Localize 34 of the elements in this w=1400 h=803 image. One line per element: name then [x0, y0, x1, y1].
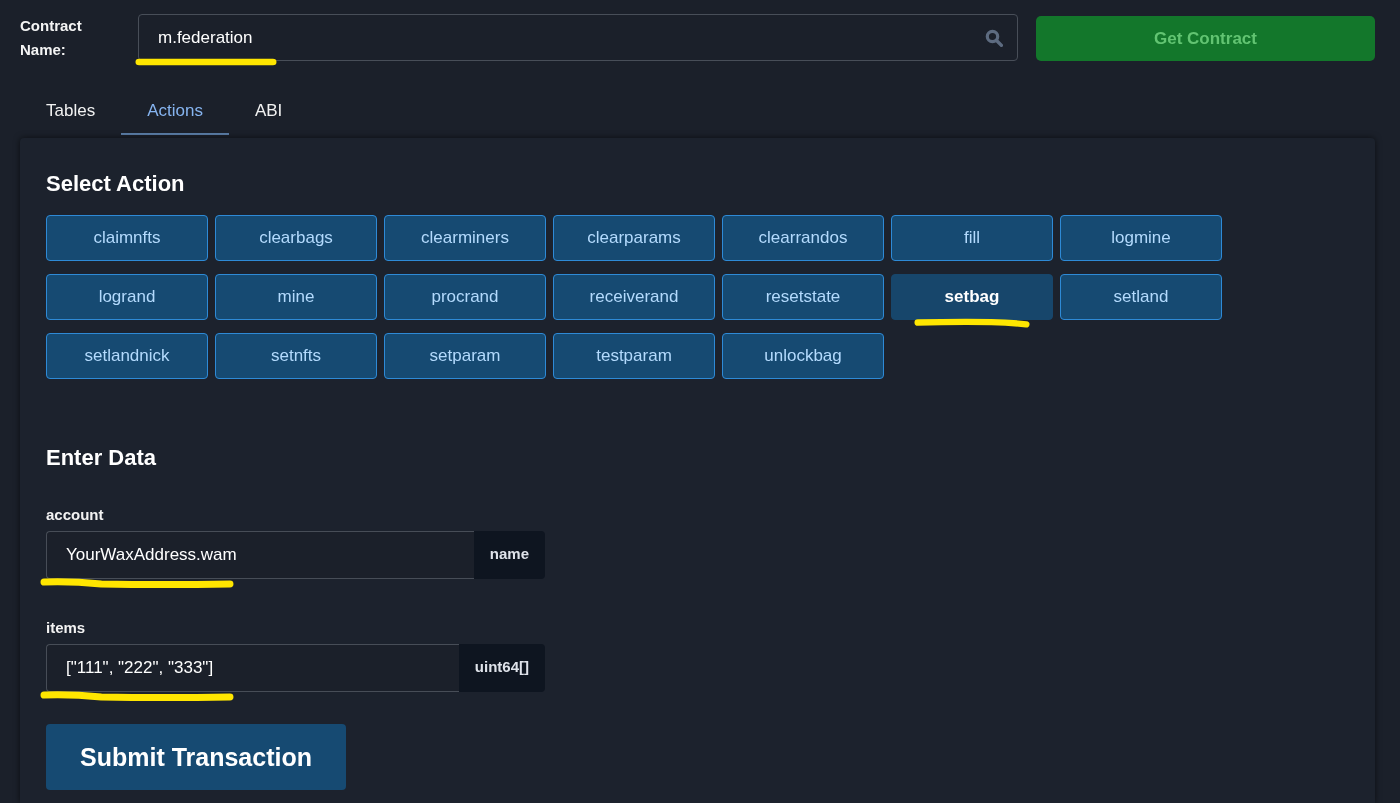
field-label: account — [46, 506, 104, 523]
action-button[interactable]: logrand — [46, 274, 208, 320]
action-button[interactable]: setland — [1060, 274, 1222, 320]
action-button[interactable]: procrand — [384, 274, 546, 320]
contract-search-field[interactable]: m.federation — [138, 14, 1018, 61]
section-heading: Select Action — [46, 171, 185, 197]
field-label: items — [46, 619, 86, 636]
submit-transaction-button[interactable]: Submit Transaction — [46, 724, 346, 790]
action-button[interactable]: clearbags — [215, 215, 377, 261]
action-button[interactable]: clearrandos — [722, 215, 884, 261]
action-button[interactable]: setparam — [384, 333, 546, 379]
action-button[interactable]: logmine — [1060, 215, 1222, 261]
action-button[interactable]: fill — [891, 215, 1053, 261]
search-icon — [985, 28, 1003, 47]
input-field[interactable]: ["111", "222", "333"] — [46, 644, 459, 692]
field-type-label: uint64[] — [458, 644, 545, 692]
contract-name-label: Contract Name: — [20, 16, 83, 60]
tab[interactable]: Tables — [20, 89, 122, 135]
action-button[interactable]: testparam — [553, 333, 715, 379]
action-button[interactable]: receiverand — [553, 274, 715, 320]
tab[interactable]: Actions — [121, 89, 229, 135]
action-button[interactable]: unlockbag — [722, 333, 884, 379]
section-heading: Enter Data — [46, 445, 157, 471]
action-button[interactable]: resetstate — [722, 274, 884, 320]
action-button[interactable]: mine — [215, 274, 377, 320]
tab[interactable]: ABI — [228, 89, 309, 135]
field-type-label: name — [473, 531, 545, 579]
action-button[interactable]: clearminers — [384, 215, 546, 261]
action-button[interactable]: clearparams — [553, 215, 715, 261]
action-button[interactable]: setnfts — [215, 333, 377, 379]
action-button[interactable]: setlandnick — [46, 333, 208, 379]
action-button[interactable]: setbag — [891, 274, 1053, 320]
input-field[interactable]: YourWaxAddress.wam — [46, 531, 474, 579]
action-button[interactable]: claimnfts — [46, 215, 208, 261]
